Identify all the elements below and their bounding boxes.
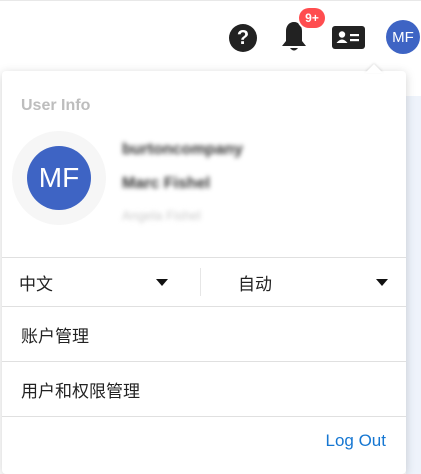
language-select[interactable]: 中文	[2, 258, 198, 306]
chevron-down-icon	[376, 279, 388, 286]
language-value: 中文	[19, 274, 53, 294]
user-avatar-button[interactable]: MF	[386, 20, 420, 54]
top-bar: ? 9+ MF	[0, 0, 421, 70]
logout-link[interactable]: Log Out	[326, 431, 387, 451]
theme-select[interactable]: 自动	[200, 258, 406, 306]
menu-item-label: 用户和权限管理	[21, 381, 140, 401]
avatar-large-initials: MF	[38, 162, 80, 193]
menu-item-user-permission-management[interactable]: 用户和权限管理	[2, 362, 406, 416]
contact-card-icon[interactable]	[332, 26, 365, 49]
top-border	[0, 0, 421, 1]
theme-value: 自动	[238, 274, 272, 294]
help-icon[interactable]: ?	[229, 24, 257, 52]
section-title: User Info	[21, 97, 91, 114]
help-glyph: ?	[236, 27, 250, 49]
company-name: burtoncompany	[122, 141, 243, 158]
avatar-ring: MF	[12, 131, 106, 225]
divider	[2, 416, 406, 417]
avatar: MF	[27, 146, 91, 210]
background-page-strip	[406, 96, 421, 474]
user-info-dropdown: User Info MF burtoncompany Marc Fishel A…	[2, 71, 406, 474]
avatar-initials: MF	[392, 28, 414, 46]
dropdown-caret	[365, 64, 383, 73]
menu-item-account-management[interactable]: 账户管理	[2, 307, 406, 361]
user-name: Marc Fishel	[122, 175, 211, 192]
chevron-down-icon	[156, 279, 168, 286]
notification-badge: 9+	[299, 8, 325, 28]
menu-item-label: 账户管理	[21, 326, 89, 346]
user-subname: Angela Fishel	[122, 208, 201, 223]
